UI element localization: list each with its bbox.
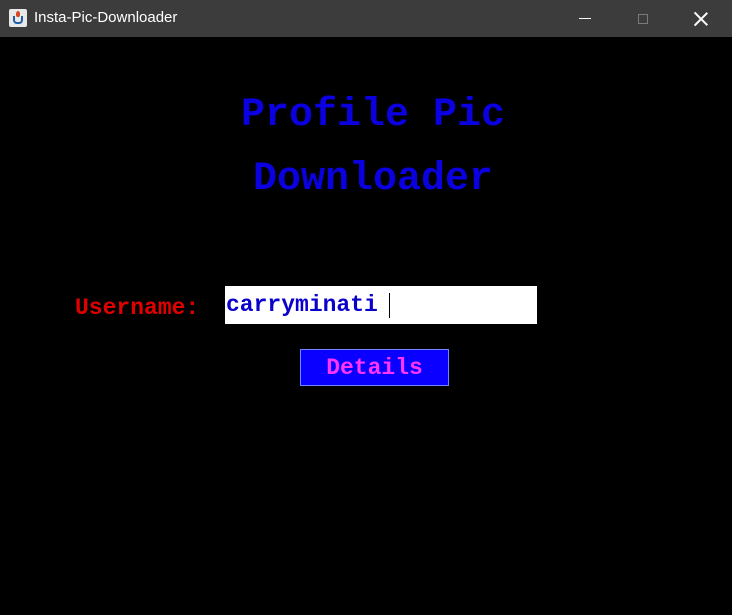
- username-input[interactable]: [225, 286, 537, 324]
- username-label: Username:: [75, 295, 200, 321]
- text-caret: [389, 293, 390, 318]
- close-icon: [694, 12, 708, 26]
- heading-line-2: Downloader: [252, 157, 494, 202]
- maximize-button[interactable]: [614, 0, 672, 37]
- maximize-icon: [638, 13, 648, 24]
- details-button[interactable]: Details: [300, 349, 449, 386]
- minimize-button[interactable]: [556, 0, 614, 37]
- close-button[interactable]: [672, 0, 730, 37]
- heading-line-1: Profile Pic: [240, 93, 506, 138]
- title-bar: Insta-Pic-Downloader: [0, 0, 732, 37]
- java-app-icon: [9, 9, 27, 27]
- window-title: Insta-Pic-Downloader: [34, 9, 178, 26]
- minimize-icon: [579, 18, 591, 19]
